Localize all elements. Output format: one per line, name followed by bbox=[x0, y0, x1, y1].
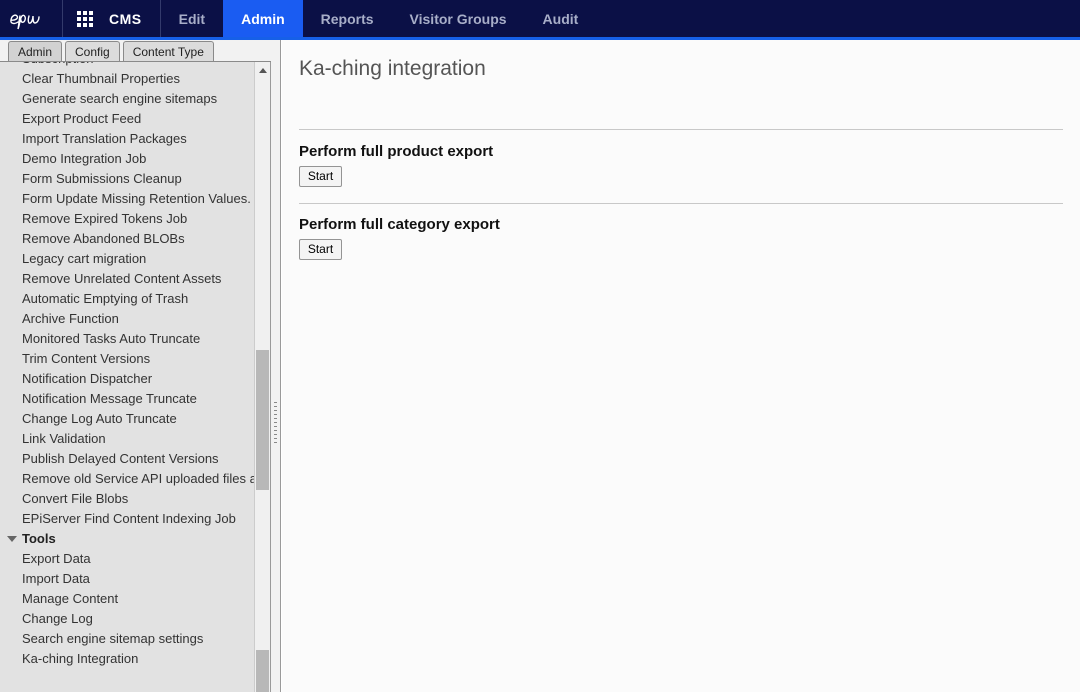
tree-item-label: Notification Message Truncate bbox=[22, 391, 197, 406]
tree-item-label: Demo Integration Job bbox=[22, 151, 147, 166]
tree-item-row[interactable]: Notification Dispatcher bbox=[0, 369, 254, 389]
tree-item-row[interactable]: Remove old Service API uploaded files an… bbox=[0, 469, 254, 489]
tree-item-label: Legacy cart migration bbox=[22, 251, 147, 266]
tree-item-label: Import Translation Packages bbox=[22, 131, 187, 146]
page-title: Ka-ching integration bbox=[299, 57, 486, 80]
tree-item-label: Subscription bbox=[22, 62, 94, 66]
tree-item-row[interactable]: Search engine sitemap settings bbox=[0, 629, 254, 649]
tree-item-label: Remove Abandoned BLOBs bbox=[22, 231, 185, 246]
tree-item-label: Monitored Tasks Auto Truncate bbox=[22, 331, 201, 346]
tab-admin[interactable]: Admin bbox=[8, 41, 63, 61]
global-navigation-bar: CMS Edit Admin Reports Visitor Groups Au… bbox=[0, 0, 1080, 37]
product-label-cms[interactable]: CMS bbox=[107, 0, 161, 37]
tab-content-type[interactable]: Content Type bbox=[122, 41, 214, 61]
epi-logo[interactable] bbox=[0, 0, 63, 37]
nav-item-edit[interactable]: Edit bbox=[161, 0, 223, 37]
tree-item-label: Export Data bbox=[22, 551, 91, 566]
tree-item-row[interactable]: Trim Content Versions bbox=[0, 349, 254, 369]
admin-tree-viewport: Subscription Clear Thumbnail Properties Ge… bbox=[0, 62, 254, 692]
tree-item-row[interactable]: Form Update Missing Retention Values. bbox=[0, 189, 254, 209]
nav-item-admin[interactable]: Admin bbox=[223, 0, 303, 37]
scrollbar-thumb[interactable] bbox=[256, 350, 269, 490]
tree-item-row[interactable]: Ka-ching Integration bbox=[0, 649, 254, 669]
admin-left-panel: Admin Config Content Type Subscription Cl… bbox=[0, 40, 271, 692]
tree-item-label: Notification Dispatcher bbox=[22, 371, 153, 386]
tree-item-row[interactable]: Link Validation bbox=[0, 429, 254, 449]
tree-item-label: Remove old Service API uploaded files an… bbox=[22, 471, 254, 486]
tree-item-row[interactable]: Import Translation Packages bbox=[0, 129, 254, 149]
nav-item-visitor-groups[interactable]: Visitor Groups bbox=[392, 0, 525, 37]
tree-item-label: Trim Content Versions bbox=[22, 351, 151, 366]
tree-item-row[interactable]: Export Product Feed bbox=[0, 109, 254, 129]
tree-item-row[interactable]: Archive Function bbox=[0, 309, 254, 329]
category-export-heading: Perform full category export bbox=[299, 216, 500, 233]
tree-item-label: Clear Thumbnail Properties bbox=[22, 71, 180, 86]
tree-group-row[interactable]: Tools bbox=[0, 529, 254, 549]
tree-item-row[interactable]: Publish Delayed Content Versions bbox=[0, 449, 254, 469]
tree-item-label: Search engine sitemap settings bbox=[22, 631, 204, 646]
tree-item-row[interactable]: Remove Abandoned BLOBs bbox=[0, 229, 254, 249]
start-product-export-button[interactable]: Start bbox=[299, 166, 342, 187]
tree-item-row[interactable]: Remove Expired Tokens Job bbox=[0, 209, 254, 229]
tree-item-label: Automatic Emptying of Trash bbox=[22, 291, 189, 306]
tree-item-row[interactable]: Notification Message Truncate bbox=[0, 389, 254, 409]
tree-item-row[interactable]: Manage Content bbox=[0, 589, 254, 609]
tab-config[interactable]: Config bbox=[65, 41, 120, 61]
tree-item-row[interactable]: Subscription bbox=[0, 62, 254, 69]
tree-item-label: Convert File Blobs bbox=[22, 491, 129, 506]
tree-item-row[interactable]: Clear Thumbnail Properties bbox=[0, 69, 254, 89]
chevron-down-icon[interactable] bbox=[7, 536, 17, 542]
tree-item-row[interactable]: Change Log bbox=[0, 609, 254, 629]
splitter-grip-icon bbox=[274, 402, 277, 444]
tree-item-label: Ka-ching Integration bbox=[22, 651, 139, 666]
tree-item-label: Export Product Feed bbox=[22, 111, 142, 126]
tree-item-label: Remove Unrelated Content Assets bbox=[22, 271, 222, 286]
scrollbar-thumb-lower[interactable] bbox=[256, 650, 269, 692]
start-category-export-button[interactable]: Start bbox=[299, 239, 342, 260]
tree-item-label: Tools bbox=[22, 531, 56, 546]
tree-item-label: Manage Content bbox=[22, 591, 119, 606]
main-content-area: Ka-ching integration Perform full produc… bbox=[282, 40, 1080, 692]
product-export-heading: Perform full product export bbox=[299, 143, 494, 160]
tree-item-row[interactable]: Change Log Auto Truncate bbox=[0, 409, 254, 429]
panel-splitter[interactable] bbox=[271, 40, 281, 692]
tree-item-label: Publish Delayed Content Versions bbox=[22, 451, 219, 466]
tree-item-row[interactable]: Form Submissions Cleanup bbox=[0, 169, 254, 189]
tree-item-label: EPiServer Find Content Indexing Job bbox=[22, 511, 236, 526]
divider-middle bbox=[299, 203, 1063, 204]
nav-item-audit[interactable]: Audit bbox=[525, 0, 597, 37]
tree-item-label: Archive Function bbox=[22, 311, 119, 326]
nav-item-reports[interactable]: Reports bbox=[303, 0, 392, 37]
tree-item-row[interactable]: Import Data bbox=[0, 569, 254, 589]
tree-item-label: Change Log Auto Truncate bbox=[22, 411, 177, 426]
tree-vertical-scrollbar[interactable] bbox=[254, 62, 270, 692]
tree-item-row[interactable]: EPiServer Find Content Indexing Job bbox=[0, 509, 254, 529]
grid-apps-icon[interactable] bbox=[63, 0, 107, 37]
tree-item-label: Generate search engine sitemaps bbox=[22, 91, 218, 106]
tree-item-row[interactable]: Generate search engine sitemaps bbox=[0, 89, 254, 109]
tree-item-row[interactable]: Legacy cart migration bbox=[0, 249, 254, 269]
admin-panel-tabs: Admin Config Content Type bbox=[0, 40, 271, 62]
tree-item-row[interactable]: Remove Unrelated Content Assets bbox=[0, 269, 254, 289]
tree-item-label: Form Submissions Cleanup bbox=[22, 171, 182, 186]
admin-tree-list: Subscription Clear Thumbnail Properties Ge… bbox=[0, 62, 254, 669]
tree-item-label: Change Log bbox=[22, 611, 93, 626]
tree-item-label: Form Update Missing Retention Values. bbox=[22, 191, 251, 206]
tree-item-row[interactable]: Demo Integration Job bbox=[0, 149, 254, 169]
tree-item-row[interactable]: Convert File Blobs bbox=[0, 489, 254, 509]
tree-item-label: Import Data bbox=[22, 571, 90, 586]
tree-item-label: Remove Expired Tokens Job bbox=[22, 211, 188, 226]
tree-item-row[interactable]: Automatic Emptying of Trash bbox=[0, 289, 254, 309]
tree-item-row[interactable]: Monitored Tasks Auto Truncate bbox=[0, 329, 254, 349]
tree-item-label: Link Validation bbox=[22, 431, 106, 446]
admin-tree-container: Subscription Clear Thumbnail Properties Ge… bbox=[0, 62, 271, 692]
scroll-up-arrow-icon[interactable] bbox=[255, 62, 270, 78]
tree-item-row[interactable]: Export Data bbox=[0, 549, 254, 569]
divider-top bbox=[299, 129, 1063, 130]
